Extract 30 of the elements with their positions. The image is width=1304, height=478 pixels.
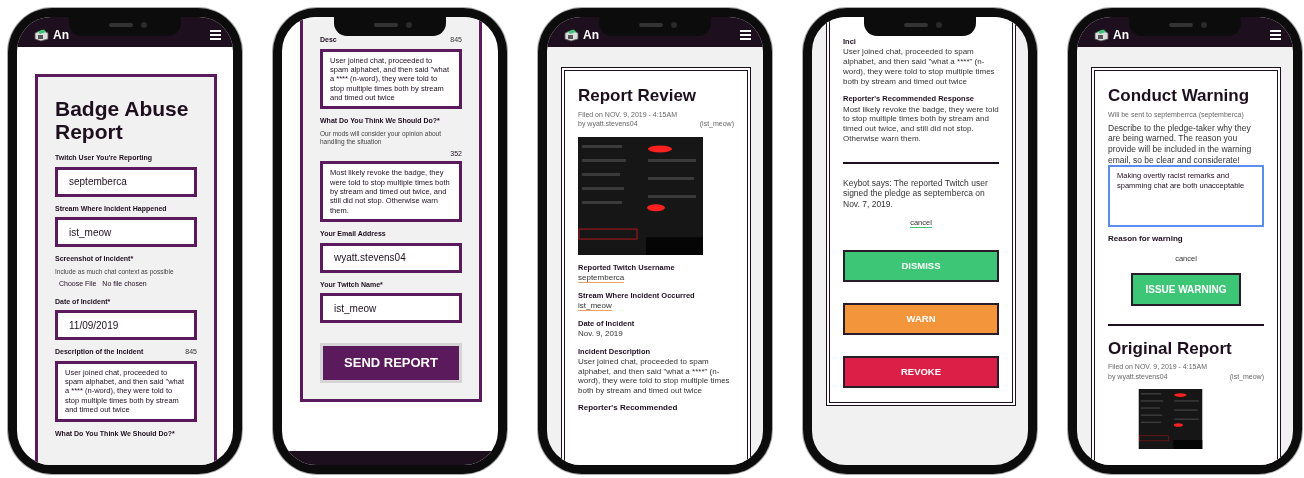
page-title: Conduct Warning xyxy=(1108,87,1250,106)
text-field[interactable]: ist_meow xyxy=(320,293,462,324)
detail-value: User joined chat, proceeded to spam alphabet, and then said "what a ****" (n-word), they were told to stop multiple times both by stream and timed out twice xyxy=(843,47,995,86)
box-icon xyxy=(33,27,49,42)
page-title: Report Review xyxy=(578,87,698,106)
text-field[interactable]: ist_meow xyxy=(55,217,197,248)
box-icon xyxy=(563,27,579,42)
page-title: Badge Abuse Report xyxy=(55,97,190,144)
detail-value: ist_meow xyxy=(578,300,612,311)
body-text: Keybot says: The reported Twitch user signed the pledge as septemberca on Nov. 7, 2019. xyxy=(843,177,989,210)
detail-value: Most likely revoke the badge, they were told to stop multiple times both by stream and timed out twice, and still did not stop. Otherwise warn them. xyxy=(843,104,999,143)
text-field[interactable]: wyatt.stevens04 xyxy=(320,242,462,273)
logo-text: An xyxy=(53,26,69,44)
section-heading: Reason for warning xyxy=(1108,233,1184,246)
menu-icon[interactable] xyxy=(1270,29,1281,40)
send-report-button[interactable]: SEND REPORT xyxy=(320,343,462,383)
detail-value: septemberca xyxy=(578,272,625,283)
box-icon xyxy=(1093,27,1109,42)
menu-icon[interactable] xyxy=(210,29,221,40)
menu-icon[interactable] xyxy=(740,29,751,40)
logo-text: An xyxy=(583,26,599,44)
text-field[interactable]: 11/09/2019 xyxy=(55,310,197,341)
action-button[interactable]: REVOKE xyxy=(843,355,999,388)
page-title: Original Report xyxy=(1108,339,1233,359)
detail-value: User joined chat, proceeded to spam alphabet, and then said "what a ****" (n-word), they were told to stop multiple times both by stream and timed out twice xyxy=(578,356,730,396)
text-field[interactable]: septemberca xyxy=(55,166,197,197)
section-heading: Reporter's Recommended xyxy=(578,401,679,414)
logo-text: An xyxy=(1113,26,1129,44)
detail-value: Nov. 9, 2019 xyxy=(578,328,623,338)
body-text: Describe to the pledge-taker why they are being warned. The reason you provide will be included in the warning email, so be clear and considerate! xyxy=(1108,122,1253,166)
